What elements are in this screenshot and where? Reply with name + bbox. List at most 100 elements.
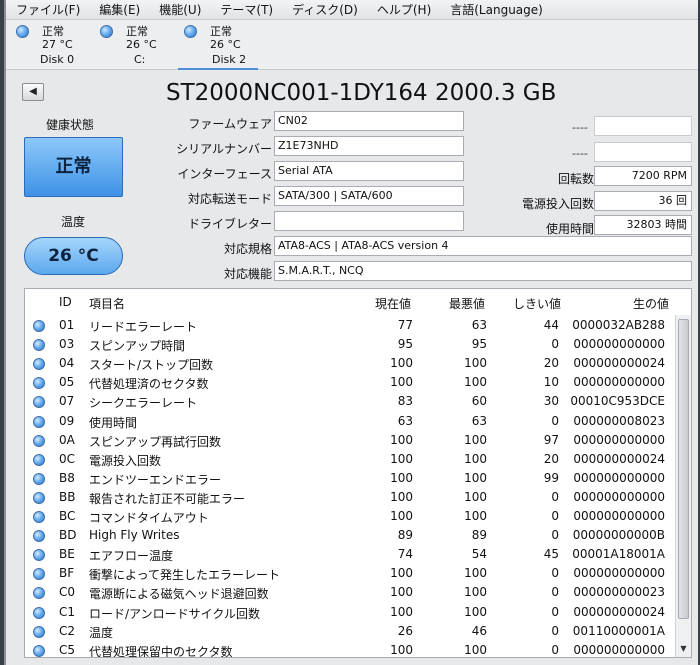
app-window: ファイル(F) 編集(E) 機能(U) テーマ(T) ディスク(D) ヘルプ(H… — [4, 0, 698, 665]
table-row[interactable]: C0 電源断による磁気ヘッド退避回数 100 100 0 000000000023 — [25, 583, 675, 602]
status-dot-icon — [184, 25, 197, 38]
cell-threshold: 20 — [543, 356, 559, 371]
cell-worst: 100 — [464, 489, 487, 504]
table-row[interactable]: C1 ロード/アンロードサイクル回数 100 100 0 000000000024 — [25, 603, 675, 622]
cell-worst: 100 — [464, 566, 487, 581]
cell-id: 03 — [59, 337, 75, 352]
col-header-threshold[interactable]: しきい値 — [513, 295, 561, 312]
cell-threshold: 0 — [551, 337, 559, 352]
cell-worst: 100 — [464, 451, 487, 466]
transfer-mode-label: 対応転送モード — [187, 192, 272, 206]
unused-dash: ---- — [572, 121, 588, 134]
cell-threshold: 0 — [551, 528, 559, 543]
power-count-field: 36 回 — [594, 191, 692, 211]
status-dot-icon — [33, 472, 45, 485]
smart-table[interactable]: ID 項目名 現在値 最悪値 しきい値 生の値 01 リードエラーレート 77 63 4… — [24, 288, 692, 658]
scroll-down-icon[interactable]: ▼ — [678, 643, 689, 655]
cell-threshold: 97 — [543, 432, 559, 447]
cell-id: C2 — [59, 623, 76, 638]
table-row[interactable]: BB 報告された訂正不可能エラー 100 100 0 000000000000 — [25, 488, 675, 507]
menu-bar: ファイル(F) 編集(E) 機能(U) テーマ(T) ディスク(D) ヘルプ(H… — [6, 0, 698, 20]
power-count-label: 電源投入回数 — [521, 197, 594, 211]
disk-name: C: — [134, 53, 146, 66]
cell-worst: 63 — [471, 318, 487, 332]
table-row[interactable]: BE エアフロー温度 74 54 45 00001A18001A — [25, 545, 675, 564]
disk-tab-2[interactable]: 正常 26 °C Disk 2 — [178, 20, 258, 70]
table-row[interactable]: C5 代替処理保留中のセクタ数 100 100 0 000000000000 — [25, 641, 675, 657]
table-row[interactable]: 09 使用時間 63 63 0 000000008023 — [25, 412, 675, 431]
cell-name: 電源投入回数 — [89, 453, 162, 468]
cell-name: シークエラーレート — [89, 396, 198, 411]
health-status-badge[interactable]: 正常 — [24, 137, 123, 197]
table-row[interactable]: B8 エンドツーエンドエラー 100 100 99 000000000000 — [25, 469, 675, 488]
menu-edit[interactable]: 編集(E) — [89, 1, 149, 18]
vertical-scrollbar[interactable]: ▼ — [675, 315, 691, 657]
status-dot-icon — [33, 587, 45, 600]
cell-worst: 100 — [464, 375, 487, 390]
disk-tab-0[interactable]: 正常 27 °C Disk 0 — [10, 20, 90, 70]
cell-id: C1 — [59, 604, 76, 619]
menu-disk[interactable]: ディスク(D) — [282, 1, 367, 18]
cell-worst: 100 — [464, 604, 487, 619]
menu-theme[interactable]: テーマ(T) — [210, 1, 282, 18]
status-dot-icon — [33, 511, 45, 523]
cell-current: 89 — [397, 528, 413, 543]
disk-temp: 26 °C — [210, 38, 241, 51]
cell-worst: 60 — [471, 394, 487, 409]
temperature-badge[interactable]: 26 °C — [24, 237, 123, 275]
table-row[interactable]: BF 衝撃によって発生したエラーレート 100 100 0 000000000000 — [25, 564, 675, 583]
disk-tab-1[interactable]: 正常 26 °C C: — [94, 20, 174, 70]
cell-name: スピンアップ時間 — [89, 339, 186, 354]
disk-name: Disk 0 — [40, 53, 75, 66]
status-dot-icon — [100, 25, 113, 38]
temperature-label: 温度 — [61, 215, 86, 229]
table-row[interactable]: 03 スピンアップ時間 95 95 0 000000000000 — [25, 335, 675, 354]
cell-id: 04 — [59, 356, 75, 371]
table-row[interactable]: 07 シークエラーレート 83 60 30 00010C953DCE — [25, 392, 675, 411]
cell-raw: 000000008023 — [573, 413, 665, 428]
table-row[interactable]: BD High Fly Writes 89 89 0 00000000000B — [25, 526, 675, 545]
col-header-raw[interactable]: 生の値 — [633, 295, 669, 312]
col-header-name[interactable]: 項目名 — [89, 295, 125, 312]
cell-threshold: 0 — [551, 623, 559, 638]
col-header-id[interactable]: ID — [59, 295, 72, 309]
status-dot-icon — [33, 549, 45, 562]
features-field: S.M.A.R.T., NCQ — [274, 261, 692, 281]
cell-threshold: 45 — [543, 547, 559, 562]
table-row[interactable]: BC コマンドタイムアウト 100 100 0 000000000000 — [25, 507, 675, 526]
col-header-current[interactable]: 現在値 — [375, 295, 411, 312]
cell-name: 使用時間 — [89, 415, 138, 430]
standard-field: ATA8-ACS | ATA8-ACS version 4 — [274, 236, 692, 256]
interface-field: Serial ATA — [274, 161, 464, 181]
table-row[interactable]: 0A スピンアップ再試行回数 100 100 97 000000000000 — [25, 431, 675, 450]
menu-function[interactable]: 機能(U) — [149, 1, 210, 18]
menu-file[interactable]: ファイル(F) — [6, 1, 89, 18]
cell-raw: 000000000000 — [573, 337, 665, 352]
menu-help[interactable]: ヘルプ(H) — [367, 1, 440, 18]
table-row[interactable]: 01 リードエラーレート 77 63 44 0000032AB288 — [25, 316, 675, 335]
cell-current: 100 — [390, 432, 413, 447]
table-row[interactable]: 05 代替処理済のセクタ数 100 100 10 000000000000 — [25, 373, 675, 392]
cell-name: コマンドタイムアウト — [89, 511, 209, 525]
cell-id: 01 — [59, 318, 75, 332]
cell-id: BB — [59, 489, 76, 504]
cell-current: 100 — [390, 566, 413, 581]
status-dot-icon — [33, 530, 45, 543]
unused-field — [594, 116, 692, 136]
table-row[interactable]: 04 スタート/ストップ回数 100 100 20 000000000024 — [25, 354, 675, 373]
disk-name: Disk 2 — [212, 53, 247, 66]
col-header-worst[interactable]: 最悪値 — [449, 295, 485, 312]
table-row[interactable]: 0C 電源投入回数 100 100 20 000000000024 — [25, 450, 675, 469]
status-dot-icon — [33, 320, 45, 332]
scrollbar-thumb[interactable] — [678, 319, 689, 619]
cell-current: 100 — [390, 509, 413, 523]
table-row[interactable]: C2 温度 26 46 0 00110000001A — [25, 622, 675, 641]
firmware-label: ファームウェア — [188, 117, 272, 131]
serial-field: Z1E73NHD — [274, 136, 464, 156]
health-label: 健康状態 — [46, 118, 95, 132]
menu-language[interactable]: 言語(Language) — [440, 1, 552, 18]
status-dot-icon — [33, 377, 45, 390]
cell-name: スピンアップ再試行回数 — [89, 434, 222, 449]
prev-disk-button[interactable]: ◀ — [22, 83, 44, 101]
disk-temp: 26 °C — [126, 38, 157, 51]
